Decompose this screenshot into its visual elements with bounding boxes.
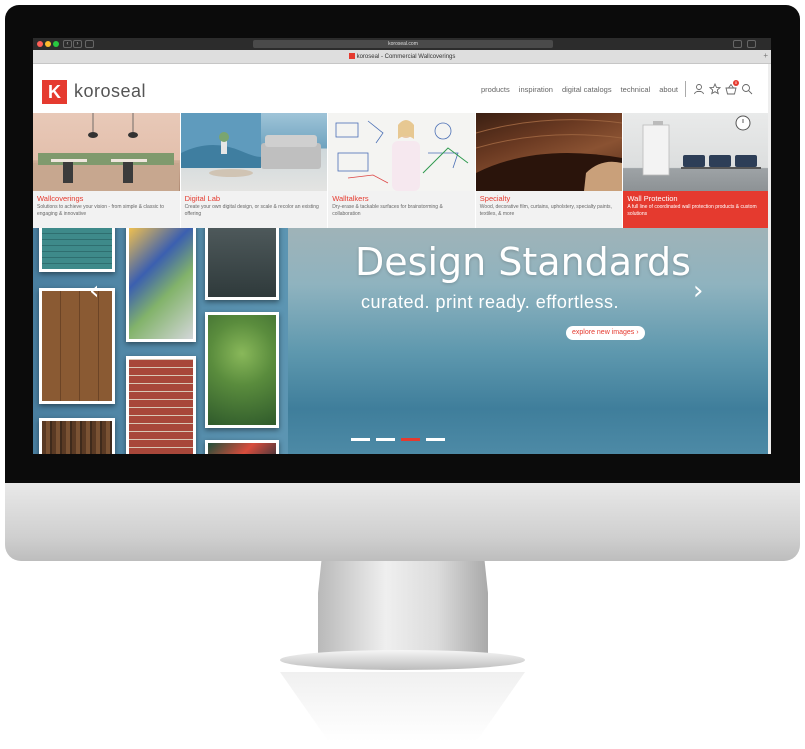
- hero-subtitle: curated. print ready. effortless.: [361, 292, 619, 312]
- category-desc: Solutions to achieve your vision - from …: [37, 204, 164, 217]
- tabs-icon[interactable]: [747, 40, 756, 48]
- category-title: Walltalkers: [332, 194, 369, 203]
- category-title: Digital Lab: [184, 194, 221, 203]
- hero-title: Design Standards: [355, 240, 691, 284]
- walltalkers-caption: Walltalkers Dry-erase & tackable surface…: [328, 191, 475, 228]
- category-digital-lab[interactable]: Digital Lab Create your own digital desi…: [180, 113, 329, 228]
- cart-count-badge: 0: [733, 80, 739, 86]
- favicon-icon: [348, 53, 355, 59]
- main-nav: products inspiration digital catalogs te…: [481, 85, 678, 94]
- sidebar-icon[interactable]: [85, 40, 94, 48]
- nav-products[interactable]: products: [481, 85, 510, 94]
- digital-lab-image: [180, 113, 328, 191]
- account-icon[interactable]: [693, 83, 705, 95]
- tab-title: koroseal - Commercial Wallcoverings: [356, 54, 456, 60]
- wall-protection-caption: Wall Protection A full line of coordinat…: [623, 191, 770, 228]
- imac-stand-neck: [318, 561, 488, 657]
- tab-bar: koroseal - Commercial Wallcoverings +: [33, 50, 771, 64]
- new-tab-button[interactable]: +: [763, 52, 768, 60]
- browser-toolbar: ‹ › koroseal.com: [33, 38, 771, 50]
- search-icon[interactable]: [741, 83, 753, 95]
- category-wall-protection[interactable]: Wall Protection A full line of coordinat…: [623, 113, 771, 228]
- minimize-window-button[interactable]: [45, 41, 51, 47]
- imac-frame: ‹ › koroseal.com koroseal - Commercial W…: [0, 0, 805, 749]
- whiteboard-illustration: [335, 120, 469, 191]
- logo-mark[interactable]: K: [42, 80, 67, 104]
- category-title: Wall Protection: [627, 194, 678, 203]
- stand-reflection: [280, 672, 525, 742]
- carousel-dot[interactable]: [376, 438, 395, 441]
- carousel-dot[interactable]: [351, 438, 370, 441]
- carousel-dot[interactable]: [426, 438, 445, 441]
- logo-text[interactable]: koroseal: [74, 81, 146, 102]
- imac-stand-foot: [280, 650, 525, 670]
- digital-lab-caption: Digital Lab Create your own digital desi…: [180, 191, 328, 228]
- forward-icon[interactable]: ›: [73, 40, 82, 48]
- wall-protection-image: [623, 113, 770, 191]
- favorites-star-icon[interactable]: [709, 83, 721, 95]
- close-window-button[interactable]: [37, 41, 43, 47]
- category-desc: Create your own digital design, or scale…: [184, 204, 319, 217]
- nav-technical[interactable]: technical: [621, 85, 651, 94]
- specialty-caption: Specialty Wood, decorative film, curtain…: [475, 191, 623, 228]
- category-tiles: Wallcoverings Solutions to achieve your …: [33, 113, 771, 228]
- page-scrollbar[interactable]: [768, 64, 771, 454]
- screen: ‹ › koroseal.com koroseal - Commercial W…: [33, 38, 771, 454]
- category-desc: A full line of coordinated wall protecti…: [627, 204, 757, 217]
- collage-panel-forest: [205, 228, 279, 300]
- specialty-image: [475, 113, 623, 191]
- category-desc: Dry-erase & tackable surfaces for brains…: [332, 204, 443, 217]
- explore-new-images-button[interactable]: explore new images ›: [566, 326, 645, 340]
- url-text: koroseal.com: [388, 41, 418, 47]
- active-tab[interactable]: koroseal - Commercial Wallcoverings: [33, 53, 771, 60]
- carousel-indicators: [351, 438, 445, 441]
- carousel-next-icon[interactable]: ›: [693, 276, 703, 306]
- hero-carousel: Design Standards curated. print ready. e…: [33, 228, 771, 454]
- share-icon[interactable]: [733, 40, 742, 48]
- category-walltalkers[interactable]: Walltalkers Dry-erase & tackable surface…: [328, 113, 476, 228]
- category-desc: Wood, decorative film, curtains, upholst…: [479, 204, 612, 217]
- collage-panel-abstract: [126, 228, 196, 342]
- collage-panel-tree: [205, 312, 279, 428]
- nav-digital-catalogs[interactable]: digital catalogs: [562, 85, 612, 94]
- category-title: Specialty: [479, 194, 511, 203]
- waiting-room-illustration: [642, 115, 762, 176]
- carousel-dot-active[interactable]: [401, 438, 420, 441]
- wood-veneer-illustration: [475, 119, 622, 191]
- nav-divider: [685, 81, 686, 97]
- wallcoverings-caption: Wallcoverings Solutions to achieve your …: [33, 191, 180, 228]
- wallcoverings-image: [33, 113, 180, 191]
- nav-inspiration[interactable]: inspiration: [519, 85, 553, 94]
- carousel-prev-icon[interactable]: ‹: [89, 276, 99, 306]
- address-bar[interactable]: koroseal.com: [253, 40, 553, 48]
- zoom-window-button[interactable]: [53, 41, 59, 47]
- walltalkers-image: [328, 113, 475, 191]
- collage-panel-wood-blocks: [39, 288, 115, 404]
- nav-about[interactable]: about: [659, 85, 678, 94]
- collage-panel-teal-brick: [39, 228, 115, 272]
- collage-panel-tropical: [205, 440, 279, 454]
- collage-panel-red-brick: [126, 356, 196, 454]
- imac-chin: [5, 483, 800, 561]
- back-icon[interactable]: ‹: [63, 40, 72, 48]
- category-specialty[interactable]: Specialty Wood, decorative film, curtain…: [475, 113, 624, 228]
- category-title: Wallcoverings: [37, 194, 84, 203]
- category-wallcoverings[interactable]: Wallcoverings Solutions to achieve your …: [33, 113, 181, 228]
- site-header: K koroseal products inspiration digital …: [33, 64, 771, 113]
- living-room-illustration: [180, 113, 321, 177]
- cafe-seating-illustration: [33, 113, 179, 191]
- collage-panel-bookshelf: [39, 418, 115, 454]
